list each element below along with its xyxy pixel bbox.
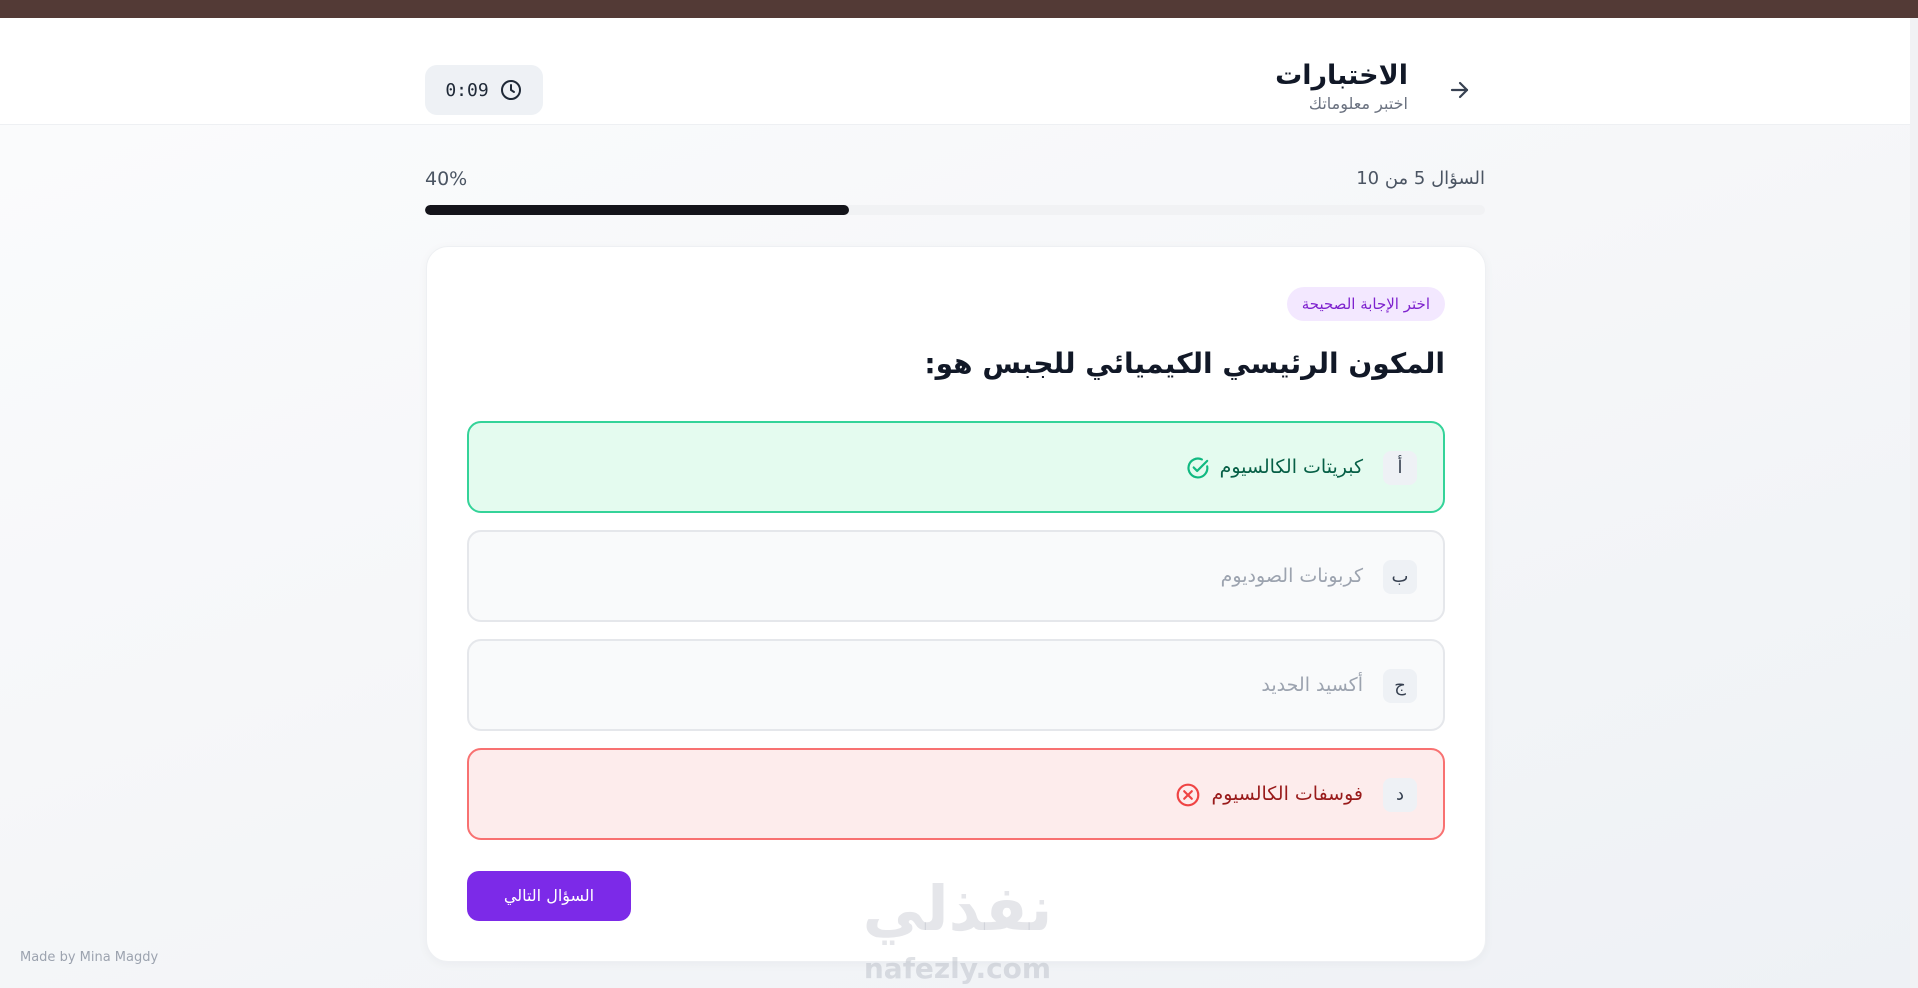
watermark-logo: نفذلي <box>862 872 1053 945</box>
question-counter: السؤال 5 من 10 <box>1356 168 1485 189</box>
progress-bar <box>425 205 1485 215</box>
page-scrollbar[interactable] <box>1910 18 1918 988</box>
option-label: كربونات الصوديوم <box>1220 565 1363 587</box>
instruction-badge: اختر الإجابة الصحيحة <box>1286 287 1445 321</box>
clock-icon <box>500 80 521 100</box>
option-letter: ب <box>1383 560 1417 594</box>
option-label: أكسيد الحديد <box>1261 674 1363 696</box>
timer-display: 0:09 <box>425 65 543 115</box>
option-b[interactable]: ب كربونات الصوديوم <box>467 530 1445 622</box>
page-subtitle: اختبر معلوماتك <box>1308 94 1408 113</box>
question-card: اختر الإجابة الصحيحة المكون الرئيسي الكي… <box>426 246 1486 962</box>
timer-value: 0:09 <box>445 79 489 101</box>
option-label: كبريتات الكالسيوم <box>1219 456 1363 478</box>
option-letter: د <box>1383 778 1417 812</box>
back-button[interactable] <box>1444 70 1476 110</box>
check-circle-icon <box>1187 457 1209 479</box>
page-title: الاختبارات <box>1275 60 1408 91</box>
credit-text: Made by Mina Magdy <box>20 950 159 965</box>
option-d[interactable]: د فوسفات الكالسيوم <box>467 748 1445 840</box>
question-text: المكون الرئيسي الكيميائي للجبس هو: <box>924 347 1445 380</box>
arrow-right-icon <box>1450 81 1469 99</box>
x-circle-icon <box>1176 783 1200 807</box>
top-browser-strip <box>0 0 1918 18</box>
option-letter: ج <box>1383 669 1417 703</box>
option-c[interactable]: ج أكسيد الحديد <box>467 639 1445 731</box>
title-block: الاختبارات اختبر معلوماتك <box>1275 58 1408 114</box>
watermark-url: nafezly.com <box>863 952 1052 985</box>
option-a[interactable]: أ كبريتات الكالسيوم <box>467 421 1445 513</box>
option-label: فوسفات الكالسيوم <box>1211 783 1363 805</box>
progress-percent: 40% <box>425 168 468 190</box>
next-question-button[interactable]: السؤال التالي <box>467 871 631 921</box>
header-bar: الاختبارات اختبر معلوماتك 0:09 <box>0 18 1910 125</box>
progress-bar-fill <box>425 205 849 215</box>
option-letter: أ <box>1383 451 1417 485</box>
